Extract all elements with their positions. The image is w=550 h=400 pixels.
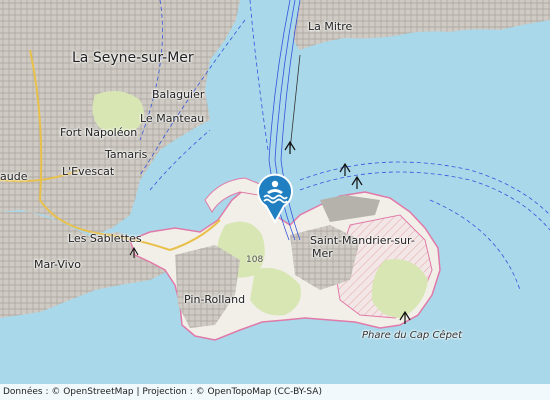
label-laude: aude [0,170,28,183]
location-marker[interactable] [255,172,295,225]
label-tamaris: Tamaris [105,148,148,161]
label-saint-mandrier-2: Mer [312,247,333,260]
label-la-seyne: La Seyne-sur-Mer [72,50,194,66]
map-view[interactable]: La Seyne-sur-Mer Balaguier Le Manteau Fo… [0,0,550,400]
label-pin-rolland: Pin-Rolland [184,293,246,306]
label-saint-mandrier: Saint-Mandrier-sur- [310,234,415,247]
label-levescat: L'Evescat [62,165,115,178]
label-les-sablettes: Les Sablettes [68,232,142,245]
label-la-mitre: La Mitre [308,20,353,33]
swimming-icon [257,173,293,225]
label-balaguier: Balaguier [152,88,205,101]
label-phare-cepet: Phare du Cap Cêpet [362,330,462,341]
label-mar-vivo: Mar-Vivo [34,258,81,271]
label-fort-napoleon: Fort Napoléon [60,126,138,139]
map-attribution: Données : © OpenStreetMap | Projection :… [0,384,550,400]
elevation-label: 108 [246,255,264,265]
label-le-manteau: Le Manteau [140,112,205,125]
